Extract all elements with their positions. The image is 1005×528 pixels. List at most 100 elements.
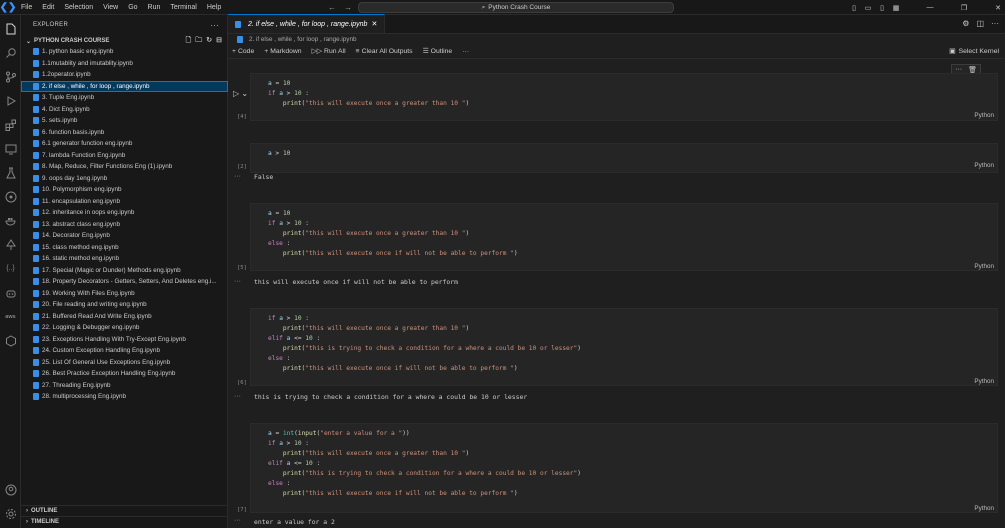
docker-icon[interactable] xyxy=(3,213,18,228)
menu-view[interactable]: View xyxy=(98,0,123,15)
file-item[interactable]: 10. Polymorphism eng.ipynb xyxy=(21,184,228,196)
output-more-icon[interactable]: ··· xyxy=(234,278,241,285)
file-item[interactable]: 6.1 generator function eng.ipynb xyxy=(21,138,228,150)
toolbar-more-icon[interactable]: ··· xyxy=(462,48,469,55)
search-icon[interactable] xyxy=(3,45,18,60)
file-item[interactable]: 24. Custom Exception Handling Eng.ipynb xyxy=(21,345,228,357)
extensions-icon[interactable] xyxy=(3,117,18,132)
file-item[interactable]: 19. Working With Files Eng.ipynb xyxy=(21,288,228,300)
code-cell[interactable]: a = 10 if a > 10 : print("this will exec… xyxy=(237,203,998,271)
code-cell[interactable]: if a > 10 : print("this will execute onc… xyxy=(237,308,998,386)
refresh-icon[interactable]: ↻ xyxy=(206,36,212,47)
file-item[interactable]: 16. static method eng.ipynb xyxy=(21,253,228,265)
add-code-button[interactable]: + Code xyxy=(232,48,254,55)
output-more-icon[interactable]: ··· xyxy=(234,517,241,524)
file-item[interactable]: 2. if else , while , for loop , range.ip… xyxy=(21,80,228,92)
file-item[interactable]: 3. Tuple Eng.ipynb xyxy=(21,92,228,104)
file-item[interactable]: 20. File reading and writing eng.ipynb xyxy=(21,299,228,311)
menu-help[interactable]: Help xyxy=(202,0,226,15)
file-item[interactable]: 1.1mutablity and imutablity.ipynb xyxy=(21,58,228,70)
file-item[interactable]: 21. Buffered Read And Write Eng.ipynb xyxy=(21,311,228,323)
account-icon[interactable] xyxy=(3,482,18,497)
code-cell[interactable]: a = 10 if a > 10 : print("this will exec… xyxy=(237,73,998,121)
aws-icon[interactable]: aws xyxy=(3,309,18,324)
menu-selection[interactable]: Selection xyxy=(59,0,98,15)
close-window-button[interactable]: ✕ xyxy=(991,4,1005,12)
menu-terminal[interactable]: Terminal xyxy=(165,0,201,15)
github-icon[interactable] xyxy=(3,189,18,204)
outline-button[interactable]: ☰ Outline xyxy=(423,47,453,56)
tab-notebook[interactable]: 2. if else , while , for loop , range.ip… xyxy=(228,14,386,33)
file-item[interactable]: 14. Decorator Eng.ipynb xyxy=(21,230,228,242)
code-cell[interactable]: a = int(input("enter a value for a ")) i… xyxy=(237,423,998,513)
new-folder-icon[interactable]: 🗀 xyxy=(195,36,202,47)
collapse-all-icon[interactable]: ⊟ xyxy=(216,36,222,47)
outline-section[interactable]: › OUTLINE xyxy=(21,505,228,516)
file-item[interactable]: 9. oops day 1eng.ipynb xyxy=(21,173,228,185)
file-item[interactable]: 17. Special (Magic or Dunder) Methods en… xyxy=(21,265,228,277)
cell-language[interactable]: Python xyxy=(974,378,994,385)
file-item[interactable]: 13. abstract class eng.ipynb xyxy=(21,219,228,231)
file-item[interactable]: 5. sets.ipynb xyxy=(21,115,228,127)
more-actions-icon[interactable]: ··· xyxy=(210,21,219,30)
cell-language[interactable]: Python xyxy=(974,263,994,270)
file-item[interactable]: 12. inheritance in oops eng.ipynb xyxy=(21,207,228,219)
remote-explorer-icon[interactable] xyxy=(3,141,18,156)
select-kernel-button[interactable]: ▣ Select Kernel xyxy=(949,47,999,56)
command-center[interactable]: ⌕ Python Crash Course xyxy=(358,2,674,13)
toggle-panel-icon[interactable]: ▭ xyxy=(861,4,875,12)
clear-outputs-button[interactable]: ≡ Clear All Outputs xyxy=(356,48,413,55)
toggle-sidebar-icon[interactable]: ▯ xyxy=(847,4,861,12)
file-item[interactable]: 27. Threading Eng.ipynb xyxy=(21,380,228,392)
forward-arrow-icon[interactable]: → xyxy=(344,3,352,12)
explorer-icon[interactable] xyxy=(3,21,18,36)
menu-run[interactable]: Run xyxy=(143,0,166,15)
menu-file[interactable]: File xyxy=(16,0,37,15)
output-more-icon[interactable]: ··· xyxy=(234,173,241,180)
deploy-icon[interactable] xyxy=(3,237,18,252)
breadcrumb[interactable]: 2. if else , while , for loop , range.ip… xyxy=(228,34,1005,44)
cell-language[interactable]: Python xyxy=(974,162,994,169)
restore-button[interactable]: ❐ xyxy=(957,4,971,12)
customize-layout-icon[interactable]: ▦ xyxy=(889,4,903,12)
cell-language[interactable]: Python xyxy=(974,112,994,119)
hexagon-icon[interactable] xyxy=(3,333,18,348)
source-control-icon[interactable] xyxy=(3,69,18,84)
file-item[interactable]: 4. Dict Eng.ipynb xyxy=(21,104,228,116)
run-debug-icon[interactable] xyxy=(3,93,18,108)
file-item[interactable]: 22. Logging & Debugger eng.ipynb xyxy=(21,322,228,334)
cell-language[interactable]: Python xyxy=(974,505,994,512)
file-item[interactable]: 8. Map, Reduce, Filter Functions Eng (1)… xyxy=(21,161,228,173)
menu-edit[interactable]: Edit xyxy=(37,0,59,15)
file-item[interactable]: 7. lambda Function Eng.ipynb xyxy=(21,150,228,162)
file-item[interactable]: 26. Best Practice Exception Handling Eng… xyxy=(21,368,228,380)
file-item[interactable]: 11. encapsulation eng.ipynb xyxy=(21,196,228,208)
json-icon[interactable]: {..} xyxy=(3,261,18,276)
back-arrow-icon[interactable]: ← xyxy=(328,3,336,12)
file-item[interactable]: 18. Property Decorators - Getters, Sette… xyxy=(21,276,228,288)
menu-go[interactable]: Go xyxy=(123,0,142,15)
file-item[interactable]: 23. Exceptions Handling With Try-Except … xyxy=(21,334,228,346)
new-file-icon[interactable]: 🗋 xyxy=(186,36,192,47)
file-item[interactable]: 1. python basic eng.ipynb xyxy=(21,46,228,58)
file-item[interactable]: 15. class method eng.ipynb xyxy=(21,242,228,254)
timeline-section[interactable]: › TIMELINE xyxy=(21,516,228,527)
file-item[interactable]: 25. List Of General Use Exceptions Eng.i… xyxy=(21,357,228,369)
settings-gear-icon[interactable] xyxy=(3,506,18,521)
toggle-secondary-sidebar-icon[interactable]: ▯ xyxy=(875,4,889,12)
file-item[interactable]: 6. function basis.ipynb xyxy=(21,127,228,139)
close-tab-icon[interactable]: ✕ xyxy=(371,20,377,28)
minimize-button[interactable]: — xyxy=(923,4,937,11)
run-all-button[interactable]: ▷▷ Run All xyxy=(312,47,346,56)
run-cell-icon[interactable]: ▷ ⌄ xyxy=(233,89,248,98)
file-item[interactable]: 1.2operator.ipynb xyxy=(21,69,228,81)
editor-more-icon[interactable]: ··· xyxy=(991,19,999,28)
add-markdown-button[interactable]: + Markdown xyxy=(264,48,301,55)
settings-icon[interactable]: ⚙ xyxy=(962,19,969,28)
file-item[interactable]: 28. multiprocessing Eng.ipynb xyxy=(21,391,228,403)
split-editor-icon[interactable]: ◫ xyxy=(976,19,984,28)
code-cell[interactable]: a > 10 [2] Python xyxy=(237,143,998,173)
testing-icon[interactable] xyxy=(3,165,18,180)
output-more-icon[interactable]: ··· xyxy=(234,393,241,400)
copilot-icon[interactable] xyxy=(3,285,18,300)
